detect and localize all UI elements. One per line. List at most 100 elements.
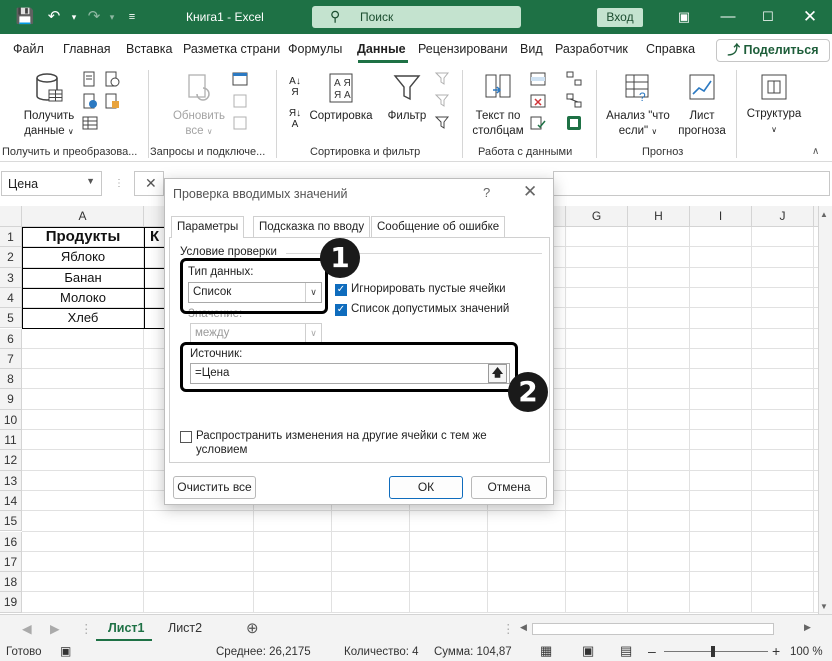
ignore-blank-checkbox[interactable]: ✓	[335, 284, 347, 296]
save-icon[interactable]: 💾	[15, 7, 35, 27]
cancel-button[interactable]: Отмена	[471, 476, 547, 499]
apply-all-checkbox[interactable]	[180, 431, 192, 443]
relationships-icon[interactable]	[566, 93, 582, 109]
tab-page-layout[interactable]: Разметка страни	[183, 42, 280, 56]
queries-icon[interactable]	[232, 71, 248, 87]
get-data-button[interactable]: Получить данные ∨	[18, 72, 80, 139]
row-header[interactable]: 2	[0, 247, 22, 268]
select-all-corner[interactable]	[0, 206, 22, 227]
cancel-formula-button[interactable]: ✕	[134, 171, 164, 196]
row-header[interactable]: 14	[0, 490, 22, 512]
from-table-icon[interactable]	[82, 115, 98, 131]
existing-connections-icon[interactable]	[104, 93, 120, 109]
text-to-columns-button[interactable]: Текст по столбцам	[470, 72, 526, 139]
name-box[interactable]: Цена ▼	[1, 171, 102, 196]
row-header[interactable]: 12	[0, 450, 22, 471]
chevron-down-icon[interactable]: ▼	[86, 176, 95, 186]
clear-all-button[interactable]: Очистить все	[173, 476, 256, 499]
row-header[interactable]: 11	[0, 430, 22, 451]
share-button[interactable]: ⤴ Поделиться	[716, 39, 830, 62]
column-header[interactable]: H	[628, 206, 690, 227]
row-header[interactable]: 7	[0, 348, 22, 370]
zoom-slider-thumb[interactable]	[711, 646, 715, 657]
tab-help[interactable]: Справка	[646, 42, 695, 56]
tab-developer[interactable]: Разработчик	[555, 42, 628, 56]
undo-icon[interactable]: ↶	[44, 7, 64, 27]
row-header[interactable]: 1	[0, 227, 22, 248]
tab-file[interactable]: Файл	[13, 42, 44, 56]
column-header[interactable]: J	[752, 206, 814, 227]
row-header[interactable]: 19	[0, 592, 22, 613]
vertical-scrollbar[interactable]	[818, 206, 832, 614]
outline-button[interactable]: Структура ∨	[744, 72, 804, 137]
column-header[interactable]: G	[566, 206, 628, 227]
signin-button[interactable]: Вход	[597, 8, 643, 27]
remove-duplicates-icon[interactable]	[530, 93, 546, 109]
page-break-icon[interactable]: ▤	[620, 643, 632, 659]
zoom-slider[interactable]	[664, 651, 768, 652]
row-header[interactable]: 4	[0, 287, 22, 309]
close-window-icon[interactable]: ✕	[800, 7, 820, 27]
tab-settings[interactable]: Параметры	[171, 216, 245, 238]
data-validation-icon[interactable]	[530, 115, 546, 131]
help-icon[interactable]: ?	[483, 185, 490, 200]
next-sheet-icon[interactable]: ▶	[50, 621, 60, 636]
row-header[interactable]: 17	[0, 551, 22, 573]
forecast-sheet-button[interactable]: Лист прогноза	[674, 72, 730, 139]
tab-insert[interactable]: Вставка	[126, 42, 172, 56]
sort-button[interactable]: А ЯЯ А Сортировка	[306, 72, 376, 124]
scroll-down-icon[interactable]: ▼	[820, 602, 828, 611]
flash-fill-icon[interactable]	[530, 71, 546, 87]
scroll-right-icon[interactable]: ▶	[804, 622, 811, 633]
search-box[interactable]: ⚲ Поиск	[312, 6, 521, 28]
in-cell-dropdown-checkbox[interactable]: ✓	[335, 304, 347, 316]
tab-review[interactable]: Рецензировани	[418, 42, 508, 56]
tab-formulas[interactable]: Формулы	[288, 42, 342, 56]
scroll-left-icon[interactable]: ◀	[520, 622, 527, 633]
from-web-icon[interactable]	[82, 93, 98, 109]
tab-view[interactable]: Вид	[520, 42, 543, 56]
row-header[interactable]: 15	[0, 511, 22, 532]
minimize-icon[interactable]: —	[718, 7, 738, 27]
row-header[interactable]: 8	[0, 369, 22, 390]
tab-input-message[interactable]: Подсказка по вводу	[253, 216, 371, 238]
scroll-up-icon[interactable]: ▲	[820, 210, 828, 219]
undo-dropdown-icon[interactable]: ▾	[64, 7, 84, 27]
row-header[interactable]: 10	[0, 409, 22, 430]
sheet-tab-1[interactable]: Лист1	[108, 621, 144, 635]
whatif-button[interactable]: ? Анализ "что если" ∨	[602, 72, 674, 139]
tab-home[interactable]: Главная	[63, 42, 111, 56]
page-layout-icon[interactable]: ▣	[582, 643, 594, 659]
row-header[interactable]: 9	[0, 389, 22, 410]
row-header[interactable]: 6	[0, 328, 22, 349]
filter-button[interactable]: Фильтр	[384, 72, 430, 124]
consolidate-icon[interactable]	[566, 71, 582, 87]
prev-sheet-icon[interactable]: ◀	[22, 621, 32, 636]
add-sheet-icon[interactable]: ⊕	[246, 619, 259, 637]
horizontal-scrollbar[interactable]	[532, 623, 774, 635]
maximize-icon[interactable]: ☐	[758, 7, 778, 27]
tab-error-alert[interactable]: Сообщение об ошибке	[371, 216, 506, 238]
formula-input[interactable]	[553, 171, 830, 196]
collapse-ribbon-icon[interactable]: ∧	[812, 146, 828, 162]
ok-button[interactable]: ОК	[389, 476, 463, 499]
sort-za-button[interactable]: Я↓ А	[286, 108, 304, 130]
column-header[interactable]: A	[22, 206, 144, 227]
row-header[interactable]: 3	[0, 267, 22, 288]
row-header[interactable]: 16	[0, 531, 22, 552]
zoom-level[interactable]: 100 %	[790, 646, 823, 658]
sort-az-button[interactable]: А↓ Я	[286, 76, 304, 98]
zoom-out-icon[interactable]: –	[648, 643, 656, 659]
data-model-icon[interactable]	[566, 115, 582, 131]
from-text-icon[interactable]	[82, 71, 98, 87]
zoom-in-icon[interactable]: +	[772, 643, 780, 659]
sheet-tab-2[interactable]: Лист2	[168, 621, 202, 635]
column-header[interactable]: I	[690, 206, 752, 227]
customize-toolbar-icon[interactable]: ≡	[122, 7, 142, 27]
row-header[interactable]: 5	[0, 308, 22, 329]
row-header[interactable]: 18	[0, 572, 22, 593]
advanced-filter-icon[interactable]	[434, 115, 450, 131]
ribbon-display-icon[interactable]: ▣	[674, 7, 694, 27]
tab-data[interactable]: Данные	[357, 42, 406, 56]
row-header[interactable]: 13	[0, 470, 22, 491]
